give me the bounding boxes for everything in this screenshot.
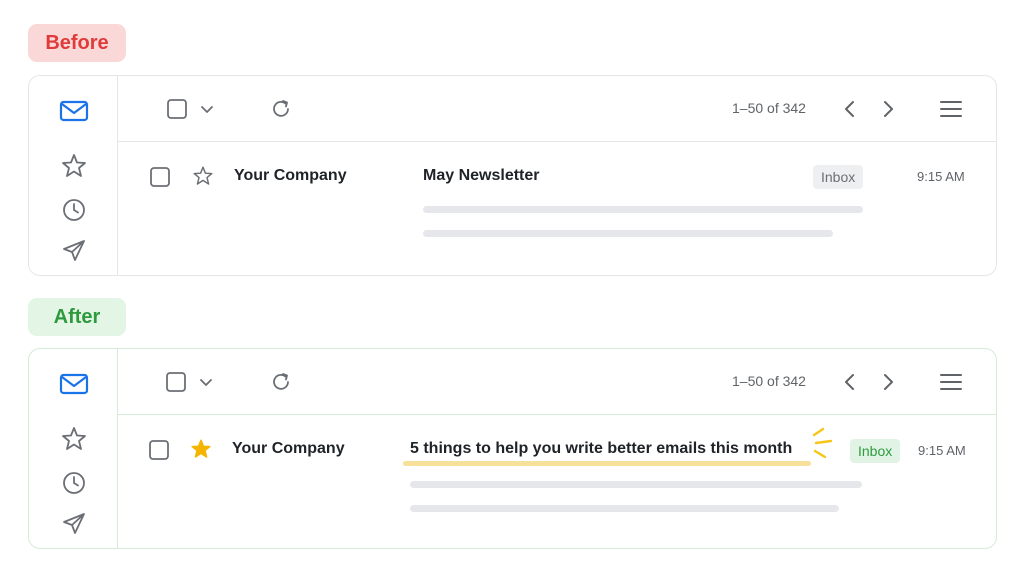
chevron-left-icon[interactable] [842, 100, 858, 118]
sparkle-icon [811, 426, 837, 460]
email-subject[interactable]: 5 things to help you write better emails… [410, 440, 792, 458]
select-all-checkbox[interactable] [166, 98, 188, 120]
star-icon[interactable] [59, 151, 89, 181]
toolbar: 1–50 of 342 [118, 349, 996, 415]
chevron-right-icon[interactable] [880, 100, 896, 118]
refresh-icon[interactable] [270, 371, 292, 393]
inbox-label: Inbox [850, 439, 901, 463]
pagination-range: 1–50 of 342 [732, 100, 806, 116]
before-badge: Before [28, 24, 126, 62]
preview-line [410, 481, 862, 488]
star-icon[interactable] [191, 164, 215, 188]
nav-rail [29, 349, 118, 548]
star-icon[interactable] [59, 424, 89, 454]
select-all-checkbox[interactable] [165, 371, 187, 393]
pagination-range: 1–50 of 342 [732, 373, 806, 389]
email-time: 9:15 AM [918, 443, 966, 458]
sender-name: Your Company [234, 167, 347, 184]
row-checkbox[interactable] [149, 166, 171, 188]
sender-name: Your Company [232, 440, 345, 457]
clock-icon[interactable] [59, 195, 89, 225]
menu-icon[interactable] [940, 100, 962, 118]
refresh-icon[interactable] [270, 98, 292, 120]
menu-icon[interactable] [940, 373, 962, 391]
clock-icon[interactable] [59, 468, 89, 498]
chevron-left-icon[interactable] [842, 373, 858, 391]
inbox-label: Inbox [813, 165, 864, 189]
preview-line [423, 230, 833, 237]
toolbar: 1–50 of 342 [118, 76, 996, 142]
after-badge: After [28, 298, 126, 336]
send-icon[interactable] [59, 509, 89, 539]
send-icon[interactable] [59, 236, 89, 266]
preview-line [410, 505, 839, 512]
nav-rail [29, 76, 118, 275]
chevron-down-icon[interactable] [199, 375, 213, 389]
email-row[interactable]: Your Company May Newsletter Inbox 9:15 A… [118, 142, 996, 275]
mail-icon[interactable] [59, 96, 89, 126]
mail-icon[interactable] [59, 369, 89, 399]
preview-line [423, 206, 863, 213]
chevron-down-icon[interactable] [200, 102, 214, 116]
email-row[interactable]: Your Company 5 things to help you write … [118, 415, 996, 548]
star-icon[interactable] [189, 437, 213, 461]
after-inbox-panel: 1–50 of 342 Your Company 5 things to hel… [28, 348, 997, 549]
before-inbox-panel: 1–50 of 342 Your Company May Newsletter … [28, 75, 997, 276]
row-checkbox[interactable] [148, 439, 170, 461]
email-subject[interactable]: May Newsletter [423, 167, 540, 185]
email-time: 9:15 AM [917, 169, 965, 184]
subject-highlight [403, 461, 811, 466]
chevron-right-icon[interactable] [880, 373, 896, 391]
